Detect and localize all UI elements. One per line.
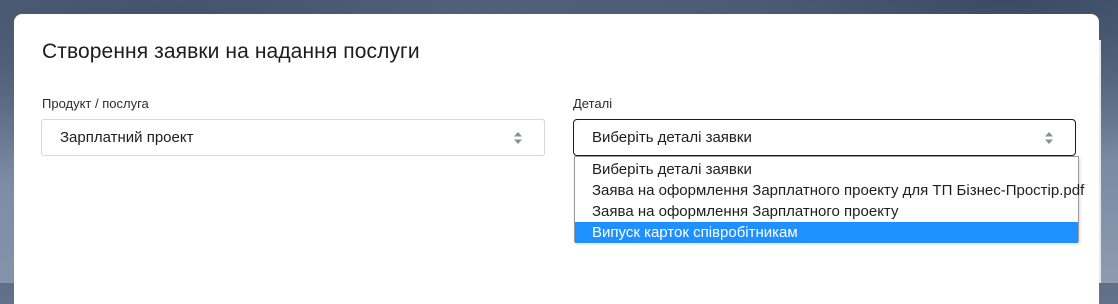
dropdown-option[interactable]: Заява на оформлення Зарплатного проекту …: [575, 180, 1084, 201]
details-select[interactable]: Виберіть деталі заявки: [573, 119, 1076, 156]
product-select[interactable]: Зарплатний проект: [41, 119, 545, 156]
sort-arrows-icon: [1045, 131, 1053, 144]
product-select-value: Зарплатний проект: [60, 129, 194, 146]
details-select-value: Виберіть деталі заявки: [592, 129, 752, 146]
dropdown-option[interactable]: Заява на оформлення Зарплатного проекту: [575, 201, 1078, 222]
details-dropdown-list: Виберіть деталі заявки Заява на оформлен…: [574, 156, 1084, 243]
product-label: Продукт / послуга: [42, 96, 149, 111]
sort-arrows-icon: [514, 131, 522, 144]
page-title: Створення заявки на надання послуги: [42, 40, 420, 63]
scrollbar-track: [1099, 40, 1101, 283]
dropdown-option-highlighted[interactable]: Випуск карток співробітникам: [575, 222, 1078, 243]
dropdown-option[interactable]: Виберіть деталі заявки: [575, 159, 1078, 180]
details-label: Деталі: [573, 96, 613, 111]
